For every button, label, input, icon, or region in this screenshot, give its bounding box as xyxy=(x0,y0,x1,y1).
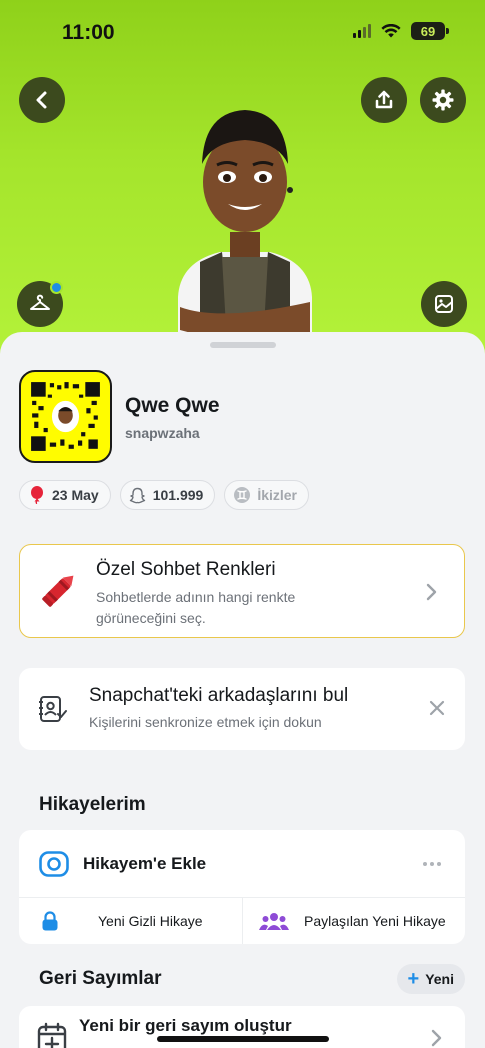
add-story-row[interactable]: Hikayem'e Ekle xyxy=(19,830,465,898)
new-shared-story-button[interactable]: Paylaşılan Yeni Hikaye xyxy=(242,898,465,944)
gear-icon xyxy=(432,89,454,111)
birthday-chip[interactable]: 23 May xyxy=(19,480,111,510)
close-icon[interactable] xyxy=(429,700,445,716)
group-icon xyxy=(259,913,289,930)
find-friends-card[interactable]: Snapchat'teki arkadaşlarını bul Kişileri… xyxy=(19,668,465,750)
chevron-right-icon xyxy=(431,1029,442,1047)
display-name: Qwe Qwe xyxy=(125,394,220,417)
share-button[interactable] xyxy=(361,77,407,123)
back-button[interactable] xyxy=(19,77,65,123)
outfit-button[interactable] xyxy=(17,281,63,327)
wifi-icon xyxy=(381,23,401,37)
new-private-story-button[interactable]: Yeni Gizli Hikaye xyxy=(19,898,242,944)
battery-indicator: 69 xyxy=(411,22,449,40)
zodiac-label: İkizler xyxy=(257,487,298,503)
gemini-icon xyxy=(233,486,251,504)
create-countdown-title: Yeni bir geri sayım oluştur xyxy=(79,1016,292,1035)
sheet-grabber[interactable] xyxy=(210,342,276,348)
chevron-left-icon xyxy=(36,91,47,109)
add-story-label: Hikayem'e Ekle xyxy=(83,854,207,873)
profile-sheet: Qwe Qwe snapwzaha 23 May 101.999 İkizler… xyxy=(0,332,485,1048)
crayon-icon xyxy=(42,575,74,607)
hanger-icon xyxy=(30,294,50,310)
lock-icon xyxy=(42,911,58,931)
status-icons: 69 xyxy=(353,22,449,40)
new-private-story-label: Yeni Gizli Hikaye xyxy=(98,913,203,929)
find-friends-subtitle: Kişilerini senkronize etmek için dokun xyxy=(89,714,322,730)
story-type-row: Yeni Gizli Hikaye Paylaşılan Yeni Hikaye xyxy=(19,898,465,944)
bitmoji-avatar[interactable] xyxy=(160,92,330,342)
chevron-right-icon xyxy=(426,583,437,601)
ghost-icon xyxy=(129,486,147,504)
calendar-add-icon xyxy=(37,1022,67,1048)
change-background-button[interactable] xyxy=(421,281,467,327)
find-friends-title: Snapchat'teki arkadaşlarını bul xyxy=(89,685,349,706)
more-options-icon[interactable] xyxy=(423,862,441,866)
zodiac-chip[interactable]: İkizler xyxy=(224,480,310,510)
status-time: 11:00 xyxy=(62,21,115,44)
profile-header: 11:00 69 xyxy=(0,0,485,360)
home-indicator[interactable] xyxy=(157,1036,329,1042)
camera-icon xyxy=(39,851,69,877)
settings-button[interactable] xyxy=(420,77,466,123)
chat-colors-title: Özel Sohbet Renkleri xyxy=(96,559,276,580)
chat-colors-subtitle: Sohbetlerde adının hangi renkte görünece… xyxy=(96,589,296,626)
stories-section-title: Hikayelerim xyxy=(39,794,146,815)
countdowns-section-title: Geri Sayımlar xyxy=(39,968,162,989)
new-countdown-button[interactable]: + Yeni xyxy=(396,964,465,994)
image-icon xyxy=(435,295,453,313)
contacts-sync-icon xyxy=(39,696,67,722)
snapcode-qr-icon xyxy=(29,380,102,453)
share-icon xyxy=(375,90,393,109)
profile-chips: 23 May 101.999 İkizler xyxy=(19,480,310,510)
birthday-label: 23 May xyxy=(52,487,99,503)
snapcode[interactable] xyxy=(19,370,112,463)
cellular-signal-icon xyxy=(353,24,371,38)
snap-score-chip[interactable]: 101.999 xyxy=(119,480,216,510)
new-countdown-label: Yeni xyxy=(425,971,454,987)
chat-colors-card[interactable]: Özel Sohbet Renkleri Sohbetlerde adının … xyxy=(19,544,465,638)
username[interactable]: snapwzaha xyxy=(125,425,200,441)
snap-score-label: 101.999 xyxy=(152,487,204,503)
new-shared-story-label: Paylaşılan Yeni Hikaye xyxy=(304,913,446,929)
notification-dot xyxy=(50,281,63,294)
plus-icon: + xyxy=(407,968,420,990)
balloon-icon xyxy=(28,486,46,504)
my-stories-card: Hikayem'e Ekle Yeni Gizli Hikaye Paylaşı… xyxy=(19,830,465,944)
